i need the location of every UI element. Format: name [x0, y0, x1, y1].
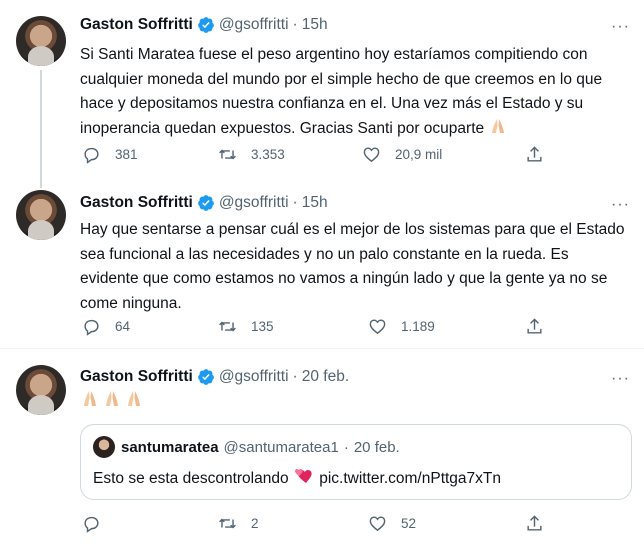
- like-icon: [363, 147, 380, 163]
- like-button[interactable]: 1.189: [368, 317, 435, 336]
- verified-badge-icon: [197, 195, 214, 211]
- tweet-timestamp[interactable]: 15h: [302, 194, 328, 212]
- author-handle[interactable]: @gsoffritti: [219, 194, 289, 212]
- reply-icon: [84, 516, 99, 533]
- quoted-body: Esto se esta descontrolando: [93, 470, 289, 487]
- like-icon: [369, 319, 386, 335]
- like-count: 20,9 mil: [395, 147, 443, 162]
- quoted-author-handle: @santumaratea1: [223, 438, 339, 456]
- retweet-icon: [219, 149, 236, 160]
- share-icon: [527, 146, 542, 162]
- separator-dot: ·: [292, 16, 298, 33]
- retweet-icon: [219, 518, 236, 529]
- tweet-2[interactable]: Gaston Soffritti @gsoffritti · 15h ··· H…: [0, 178, 644, 348]
- thread-connector-line: [40, 70, 42, 188]
- more-options-icon[interactable]: ···: [611, 371, 630, 387]
- tweet-text: [80, 389, 625, 413]
- reply-button[interactable]: [82, 514, 115, 533]
- quoted-avatar: [93, 436, 115, 458]
- reply-icon: [84, 147, 99, 164]
- tweet-header: Gaston Soffritti @gsoffritti · 15h: [80, 14, 328, 36]
- quoted-timestamp: 20 feb.: [353, 438, 400, 456]
- like-icon: [369, 516, 386, 532]
- retweet-icon: [219, 321, 236, 332]
- quoted-author-name: santumaratea: [121, 438, 219, 456]
- tweet-actions: 381 3.353 20,9 mil: [80, 145, 550, 167]
- quoted-tweet-text: Esto se esta descontrolando pic.twitter.…: [93, 467, 501, 490]
- author-handle[interactable]: @gsoffritti: [219, 368, 289, 386]
- verified-badge-icon: [197, 17, 214, 33]
- like-button[interactable]: 20,9 mil: [362, 145, 442, 164]
- reply-button[interactable]: 64: [82, 317, 130, 336]
- retweet-button[interactable]: 3.353: [218, 145, 285, 164]
- avatar[interactable]: [16, 365, 66, 415]
- share-button[interactable]: [525, 317, 544, 336]
- reply-count: 381: [115, 147, 138, 162]
- tweet-text: Si Santi Maratea fuese el peso argentino…: [80, 43, 625, 143]
- author-name[interactable]: Gaston Soffritti: [80, 16, 193, 34]
- reply-button[interactable]: 381: [82, 145, 138, 164]
- reply-icon: [84, 319, 99, 336]
- like-count: 1.189: [401, 319, 435, 334]
- separator-dot: ·: [292, 194, 298, 211]
- tweet-actions: 64 135 1.189: [80, 317, 550, 339]
- verified-badge-icon: [197, 369, 214, 385]
- share-icon: [527, 318, 542, 334]
- tweet-timestamp[interactable]: 20 feb.: [302, 368, 349, 386]
- separator-dot: ·: [343, 438, 349, 456]
- reply-count: 64: [115, 319, 131, 334]
- quoted-tweet-header: santumaratea @santumaratea1 · 20 feb.: [93, 436, 400, 458]
- tweet-header: Gaston Soffritti @gsoffritti · 20 feb.: [80, 366, 349, 388]
- quoted-tweet[interactable]: santumaratea @santumaratea1 · 20 feb. Es…: [80, 424, 632, 500]
- tweet-body: Si Santi Maratea fuese el peso argentino…: [80, 46, 603, 137]
- retweet-count: 135: [251, 319, 274, 334]
- share-button[interactable]: [525, 514, 544, 533]
- avatar[interactable]: [16, 16, 66, 66]
- tweet-text: Hay que sentarse a pensar cuál es el mej…: [80, 221, 625, 312]
- separator-dot: ·: [292, 368, 298, 385]
- author-handle[interactable]: @gsoffritti: [219, 16, 289, 34]
- folded-hands-emoji: [488, 117, 508, 144]
- retweet-count: 3.353: [251, 147, 285, 162]
- share-icon: [527, 515, 542, 531]
- tweet-3[interactable]: Gaston Soffritti @gsoffritti · 20 feb. ·…: [0, 349, 644, 549]
- tweet-1[interactable]: Gaston Soffritti @gsoffritti · 15h ··· S…: [0, 0, 644, 188]
- retweet-button[interactable]: 2: [218, 514, 259, 533]
- more-options-icon[interactable]: ···: [611, 197, 630, 213]
- retweet-button[interactable]: 135: [218, 317, 274, 336]
- avatar[interactable]: [16, 190, 66, 240]
- retweet-count: 2: [251, 516, 259, 531]
- more-options-icon[interactable]: ···: [611, 19, 630, 35]
- tweet-timestamp[interactable]: 15h: [302, 16, 328, 34]
- author-name[interactable]: Gaston Soffritti: [80, 194, 193, 212]
- share-button[interactable]: [525, 145, 544, 164]
- like-button[interactable]: 52: [368, 514, 416, 533]
- two-hearts-emoji: [293, 467, 315, 490]
- media-link[interactable]: pic.twitter.com/nPttga7xTn: [319, 470, 501, 487]
- tweet-actions: 2 52: [80, 514, 550, 536]
- author-name[interactable]: Gaston Soffritti: [80, 368, 193, 386]
- like-count: 52: [401, 516, 417, 531]
- tweet-header: Gaston Soffritti @gsoffritti · 15h: [80, 192, 328, 214]
- folded-hands-emoji: [80, 391, 146, 413]
